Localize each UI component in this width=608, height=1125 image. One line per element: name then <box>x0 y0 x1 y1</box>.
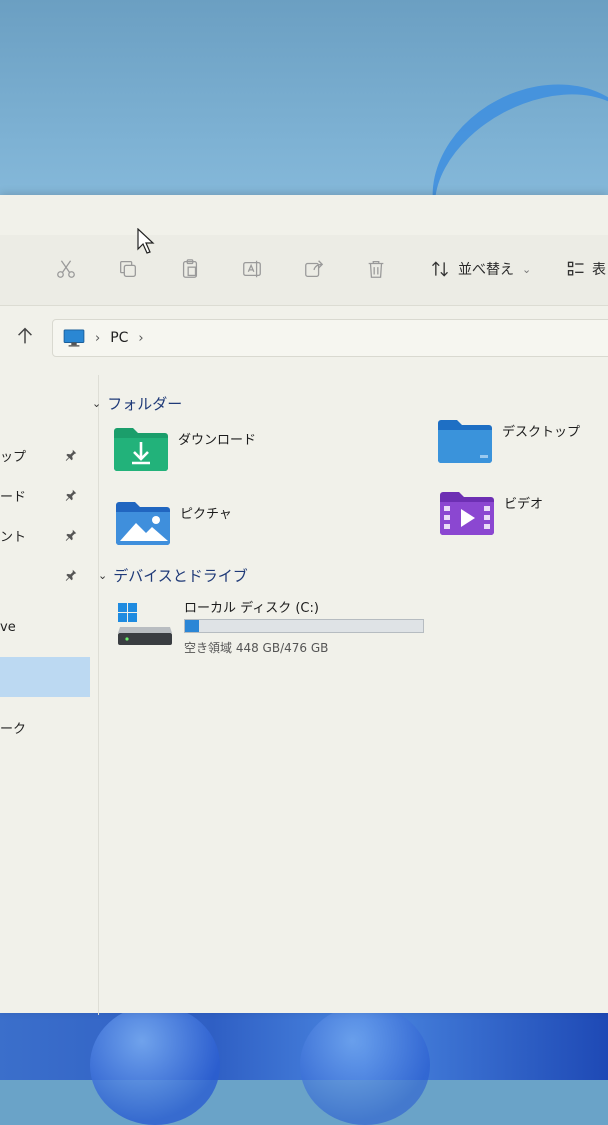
delete-button[interactable] <box>362 255 390 283</box>
up-button[interactable] <box>14 325 36 349</box>
command-bar: 並べ替え ⌄ 表 <box>0 235 608 306</box>
pin-icon <box>65 569 77 581</box>
view-label: 表 <box>592 262 606 278</box>
sidebar-item-label: ント <box>0 529 27 545</box>
clipboard-icon <box>182 259 198 278</box>
downloads-folder-icon <box>114 428 168 471</box>
folder-downloads[interactable]: ダウンロード <box>112 423 256 473</box>
drive-c[interactable]: ローカル ディスク (C:) 空き領域 448 GB/476 GB <box>118 597 438 657</box>
local-disk-icon <box>118 603 172 645</box>
sort-arrows-icon <box>432 261 448 277</box>
file-explorer-window: 並べ替え ⌄ 表 › PC › ップ ード ント ve ーク ⌄ フォルダー ダ… <box>0 195 608 1015</box>
view-button[interactable]: 表 <box>566 255 606 283</box>
share-icon <box>305 260 324 277</box>
pin-icon <box>65 449 77 461</box>
computer-icon <box>63 329 85 347</box>
folder-name: デスクトップ <box>502 425 581 440</box>
section-header-devices[interactable]: ⌄ デバイスとドライブ <box>98 565 248 586</box>
trash-icon <box>368 261 384 278</box>
folder-desktop[interactable]: デスクトップ <box>436 415 580 465</box>
folder-pictures[interactable]: ピクチャ <box>114 497 232 547</box>
sidebar-item-desktop[interactable]: ップ <box>0 435 95 475</box>
sidebar-item-label: ード <box>0 489 27 505</box>
address-bar[interactable]: › PC › <box>52 319 608 357</box>
chevron-down-icon: ⌄ <box>98 569 108 582</box>
sidebar-item-label: ve <box>0 619 16 635</box>
drive-name: ローカル ディスク (C:) <box>184 601 319 616</box>
sidebar-item-pictures[interactable] <box>0 555 95 595</box>
chevron-right-icon: › <box>95 330 101 346</box>
rename-icon <box>243 260 261 278</box>
copy-button[interactable] <box>114 255 142 283</box>
navigation-bar: › PC › <box>0 315 608 361</box>
copy-icon <box>120 261 136 277</box>
chevron-down-icon: ⌄ <box>92 397 102 410</box>
sidebar-item-label: ーク <box>0 721 27 737</box>
content-pane: ⌄ フォルダー ダウンロード デスクトップ ピクチャ ビデオ ⌄ デバイスとドラ… <box>92 375 608 1015</box>
sort-label: 並べ替え <box>458 262 514 278</box>
wallpaper-petal <box>90 1005 220 1125</box>
navigation-pane: ップ ード ント ve ーク <box>0 375 99 1015</box>
drive-usage-fill <box>185 620 200 632</box>
breadcrumb-pc[interactable]: PC <box>110 330 128 346</box>
desktop-folder-icon <box>438 420 492 463</box>
sidebar-item-label: ップ <box>0 449 27 465</box>
sidebar-item-downloads[interactable]: ード <box>0 475 95 515</box>
drive-usage-bar <box>184 619 424 633</box>
pin-icon <box>65 529 77 541</box>
folder-name: ピクチャ <box>180 507 232 522</box>
folder-name: ビデオ <box>504 497 544 512</box>
chevron-down-icon: ⌄ <box>522 262 532 276</box>
view-list-icon <box>567 261 584 276</box>
paste-button[interactable] <box>176 255 204 283</box>
arrow-up-icon <box>18 327 32 344</box>
folder-name: ダウンロード <box>178 433 257 448</box>
folder-videos[interactable]: ビデオ <box>438 487 543 537</box>
drive-free-space: 空き領域 448 GB/476 GB <box>184 641 329 655</box>
chevron-right-icon[interactable]: › <box>138 331 143 346</box>
sort-button[interactable]: 並べ替え ⌄ <box>430 255 531 283</box>
rename-button[interactable] <box>238 255 266 283</box>
mouse-cursor-icon <box>137 228 155 254</box>
cut-button[interactable] <box>52 255 80 283</box>
sidebar-item-network[interactable]: ーク <box>0 707 95 747</box>
videos-folder-icon <box>440 492 494 535</box>
section-title: デバイスとドライブ <box>113 567 248 585</box>
sidebar-item-this-pc[interactable] <box>0 657 90 697</box>
section-header-folders[interactable]: ⌄ フォルダー <box>92 393 182 414</box>
pin-icon <box>65 489 77 501</box>
scissors-icon <box>57 260 75 278</box>
share-button[interactable] <box>300 255 328 283</box>
section-title: フォルダー <box>107 395 183 413</box>
sidebar-item-documents[interactable]: ント <box>0 515 95 555</box>
wallpaper-petal <box>300 1005 430 1125</box>
sidebar-item-onedrive[interactable]: ve <box>0 607 95 647</box>
pictures-folder-icon <box>116 502 170 545</box>
